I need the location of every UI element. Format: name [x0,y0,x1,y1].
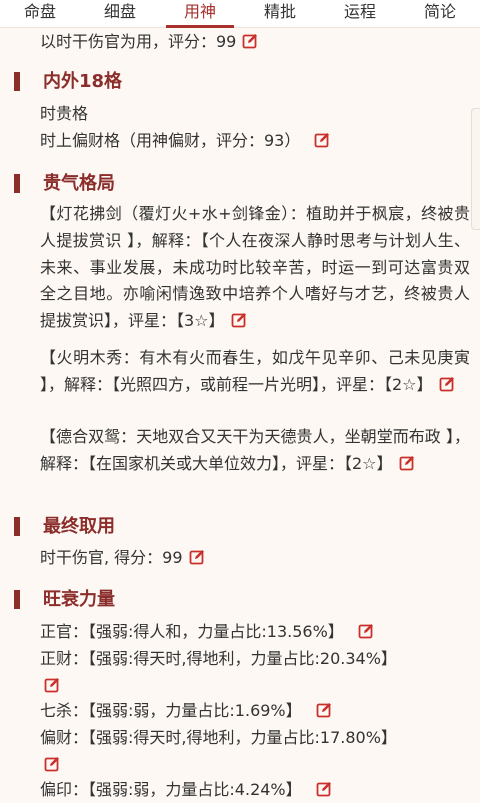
section-header-wangshuai: 旺衰力量 [0,585,480,615]
item-name: 正官： [40,622,89,641]
edit-icon[interactable] [231,312,247,328]
item-name: 七杀： [40,701,89,720]
item-desc: 【强弱:得天时,得地利，力量占比:20.34%】 [88,649,397,668]
guiqi-entry-2-text: 【火明木秀：有木有火而春生，如戊午见辛卯、己未见庚寅 】，解释：【光照四方，或前… [40,348,470,394]
tab-jianlun[interactable]: 简论 [400,0,480,27]
wangshuai-item: 正官：【强弱:得人和，力量占比:13.56%】 [40,618,374,645]
guiqi-entry-1-text: 【灯花拂剑（覆灯火+水+剑锋金）：植助并于枫宸，终被贵人提拔赏识 】，解释：【个… [40,204,470,331]
section-title-neiwai: 内外18格 [43,71,123,92]
edit-icon[interactable] [316,781,332,797]
tab-yongshen[interactable]: 用神 [160,0,240,28]
yongshen-summary-text: 以时干伤官为用，评分：99 [40,32,237,51]
tab-jingpi[interactable]: 精批 [240,0,320,27]
edit-icon[interactable] [242,33,258,49]
section-marker [14,72,20,91]
item-name: 偏印： [40,780,89,799]
edit-icon[interactable] [314,132,330,148]
section-header-neiwai: 内外18格 [0,67,480,97]
edit-icon[interactable] [44,677,60,693]
edit-icon[interactable] [358,623,374,639]
item-desc: 【强弱:弱，力量占比:1.69%】 [88,701,302,720]
edit-icon[interactable] [44,756,60,772]
wangshuai-item: 偏印：【强弱:弱，力量占比:4.24%】 [40,776,332,803]
wangshuai-item-edit-row [40,751,60,778]
section-marker [14,174,20,193]
section-header-guiqi: 贵气格局 [0,169,480,199]
edit-icon[interactable] [439,376,455,392]
item-name: 偏财： [40,728,89,747]
wangshuai-item-edit-row [40,672,60,699]
edit-icon[interactable] [316,702,332,718]
tab-mingpan[interactable]: 命盘 [0,0,80,27]
section-title-zuizhong: 最终取用 [43,516,115,537]
zuizhong-line-text: 时干伤官, 得分：99 [40,548,183,567]
section-title-guiqi: 贵气格局 [43,173,115,194]
section-marker [14,517,20,536]
section-marker [14,590,20,609]
section-title-wangshuai: 旺衰力量 [43,589,115,610]
guiqi-entry-3: 【德合双鸳：天地双合又天干为天德贵人，坐朝堂而布政 】，解释：【在国家机关或大单… [40,424,470,478]
tab-bar: 命盘 细盘 用神 精批 运程 简论 [0,0,480,28]
section-header-zuizhong: 最终取用 [0,512,480,542]
wangshuai-item: 正财：【强弱:得天时,得地利，力量占比:20.34%】 [40,645,397,672]
guiqi-entry-1: 【灯花拂剑（覆灯火+水+剑锋金）：植助并于枫宸，终被贵人提拔赏识 】，解释：【个… [40,201,470,335]
neiwai-line-2-text: 时上偏财格（用神偏财，评分：93） [40,131,301,150]
tab-yuncheng[interactable]: 运程 [320,0,400,27]
item-desc: 【强弱:得人和，力量占比:13.56%】 [88,622,344,641]
edit-icon[interactable] [189,549,205,565]
item-desc: 【强弱:得天时,得地利，力量占比:17.80%】 [88,728,397,747]
yongshen-summary: 以时干伤官为用，评分：99 [40,28,258,55]
item-name: 正财： [40,649,89,668]
edit-icon[interactable] [399,455,415,471]
item-desc: 【强弱:弱，力量占比:4.24%】 [88,780,302,799]
wangshuai-item: 偏财：【强弱:得天时,得地利，力量占比:17.80%】 [40,724,397,751]
neiwai-line-2: 时上偏财格（用神偏财，评分：93） [40,127,330,154]
neiwai-line-1: 时贵格 [40,104,89,123]
wangshuai-item: 七杀：【强弱:弱，力量占比:1.69%】 [40,697,332,724]
guiqi-entry-2: 【火明木秀：有木有火而春生，如戊午见辛卯、己未见庚寅 】，解释：【光照四方，或前… [40,345,470,399]
zuizhong-line: 时干伤官, 得分：99 [40,544,205,571]
tab-xipan[interactable]: 细盘 [80,0,160,27]
